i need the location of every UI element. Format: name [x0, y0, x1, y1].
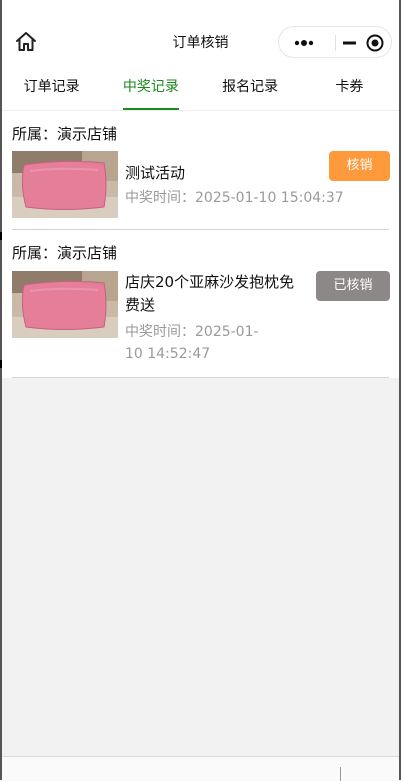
prize-record-list: 所属：演示店铺 测试活动 中奖时间：2025-01-10 15:04:37 核销… — [2, 111, 399, 378]
minimize-button[interactable] — [339, 31, 363, 55]
shop-label: 所属：演示店铺 — [12, 125, 118, 143]
bottom-divider — [340, 767, 341, 781]
nav-header: 订单核销 订单记录 中奖记录 报名记录 卡券 — [2, 0, 399, 111]
product-image — [12, 151, 118, 218]
more-dots-icon — [294, 40, 314, 46]
activity-name: 店庆20个亚麻沙发抱枕免费送 — [125, 273, 295, 314]
pink-pillow-image — [12, 151, 118, 218]
minimize-icon — [343, 41, 356, 45]
pink-pillow-image — [12, 271, 118, 338]
close-button[interactable] — [363, 31, 389, 55]
list-item: 所属：演示店铺 店庆20个亚麻沙发抱枕免费送 中奖时间：2025-01-10 1… — [12, 230, 390, 378]
tab-order-records[interactable]: 订单记录 — [2, 66, 101, 110]
target-close-icon — [366, 34, 384, 52]
tab-signup-records[interactable]: 报名记录 — [201, 66, 300, 110]
activity-name: 测试活动 — [125, 164, 186, 182]
verify-button[interactable]: 核销 — [329, 151, 390, 181]
bottom-bar — [2, 756, 399, 781]
prize-time: 中奖时间：2025-01-10 15:04:37 — [125, 190, 344, 206]
shop-label: 所属：演示店铺 — [12, 244, 118, 262]
product-image — [12, 271, 118, 338]
tab-bar: 订单记录 中奖记录 报名记录 卡券 — [2, 66, 399, 111]
prize-time: 中奖时间：2025-01-10 14:52:47 — [125, 324, 259, 362]
tab-coupons[interactable]: 卡券 — [300, 66, 399, 110]
verified-button[interactable]: 已核销 — [316, 271, 390, 301]
tab-prize-records[interactable]: 中奖记录 — [101, 66, 200, 110]
more-button[interactable] — [285, 31, 325, 55]
capsule-divider — [335, 35, 336, 51]
menu-capsule — [278, 26, 392, 58]
list-item: 所属：演示店铺 测试活动 中奖时间：2025-01-10 15:04:37 核销 — [12, 111, 390, 230]
